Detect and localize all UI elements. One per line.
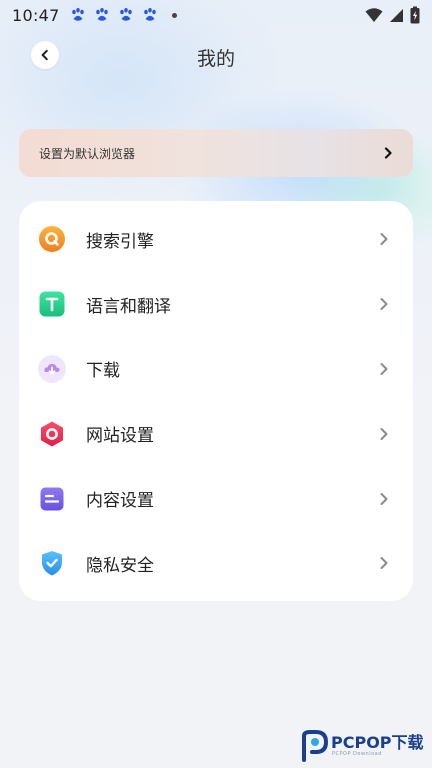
- wifi-icon: [365, 8, 383, 22]
- watermark-brand: PCPOP下载: [331, 733, 424, 752]
- set-default-browser-label: 设置为默认浏览器: [39, 146, 136, 161]
- menu-item-label: 语言和翻译: [86, 296, 171, 317]
- pcpop-logo-icon: [302, 730, 328, 762]
- battery-icon: [410, 6, 420, 24]
- website-settings-icon: [37, 419, 67, 449]
- download-icon: [37, 354, 67, 384]
- chevron-right-icon: [380, 298, 388, 311]
- menu-item-download[interactable]: 下载: [19, 337, 413, 402]
- status-time: 10:47: [12, 5, 60, 25]
- menu-item-label: 下载: [86, 361, 120, 382]
- settings-menu-card: 搜索引擎 语言和翻译 下载 网站设置 内容设置 隐私安全: [19, 201, 413, 601]
- watermark-sub: PCPOP Download: [332, 751, 382, 757]
- menu-item-website-settings[interactable]: 网站设置: [19, 401, 413, 466]
- baidu-paw-icon: [71, 7, 84, 21]
- chevron-right-icon: [384, 147, 392, 159]
- page-header: 我的: [0, 34, 432, 78]
- chevron-right-icon: [380, 557, 388, 570]
- menu-item-label: 隐私安全: [86, 555, 154, 576]
- signal-icon: [390, 9, 403, 22]
- translate-icon: [37, 289, 67, 319]
- chevron-right-icon: [380, 233, 388, 246]
- search-engine-icon: [37, 224, 67, 254]
- menu-item-privacy-security[interactable]: 隐私安全: [19, 531, 413, 596]
- system-status-icons: [365, 6, 420, 24]
- chevron-right-icon: [380, 362, 388, 375]
- pcpop-watermark: PCPOP下载 PCPOP Download: [300, 729, 424, 763]
- notification-icons: [70, 7, 177, 23]
- content-settings-icon: [37, 484, 67, 514]
- baidu-paw-icon: [95, 7, 108, 21]
- baidu-paw-icon: [143, 7, 156, 21]
- menu-item-search-engine[interactable]: 搜索引擎: [19, 207, 413, 272]
- menu-item-content-settings[interactable]: 内容设置: [19, 466, 413, 531]
- chevron-right-icon: [380, 427, 388, 440]
- privacy-shield-icon: [37, 548, 67, 578]
- status-bar: 10:47: [0, 0, 432, 30]
- baidu-paw-icon: [119, 7, 132, 21]
- chevron-right-icon: [380, 492, 388, 505]
- menu-item-label: 网站设置: [86, 426, 154, 447]
- set-default-browser-banner[interactable]: 设置为默认浏览器: [19, 129, 413, 177]
- menu-item-label: 搜索引擎: [86, 231, 154, 252]
- more-notifications-dot: [171, 12, 177, 18]
- menu-item-language-translation[interactable]: 语言和翻译: [19, 272, 413, 337]
- page-title: 我的: [196, 48, 235, 70]
- menu-item-label: 内容设置: [86, 491, 154, 512]
